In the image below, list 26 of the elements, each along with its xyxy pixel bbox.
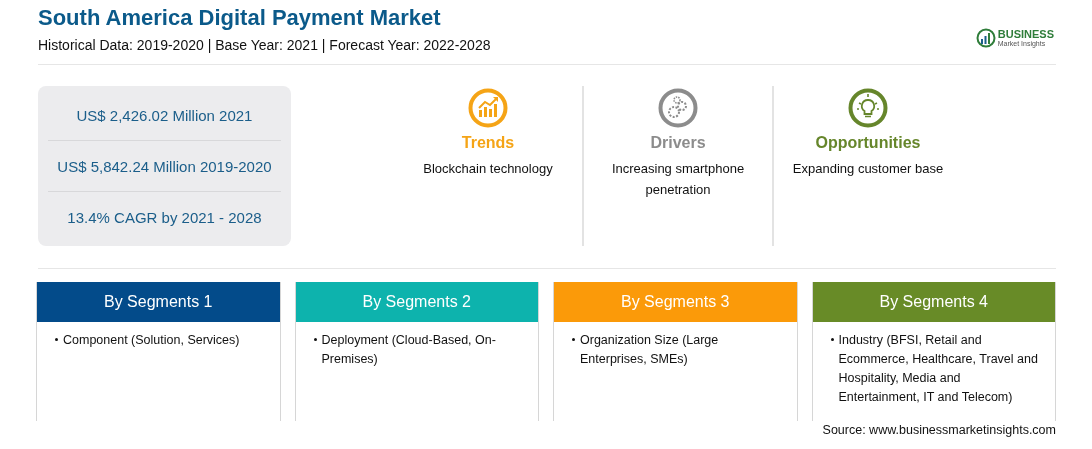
bullet-icon [55,338,58,341]
insight-text: Expanding customer base [791,160,945,178]
insight-text: Increasing smartphone penetration [610,160,746,199]
segment-item: Industry (BFSI, Retail and Ecommerce, Healthcare, Travel and Hospitality, Media and Entertainment, IT and Telecom) [838,332,1039,406]
segment-item: Organization Size (Large Enterprises, SMEs) [580,332,720,368]
bullet-icon [830,338,834,341]
segment-header: By Segments 4 [812,282,1055,322]
insight-heading: Trends [461,134,515,152]
insight-heading: Opportunities [815,134,921,152]
bullet-icon [313,338,317,341]
logo-icon [975,28,996,48]
segment-header: By Segments 3 [554,282,797,322]
insight-heading: Drivers [650,134,706,152]
subtitle: Historical Data: 2019-2020 | Base Year: 2021 | Forecast Year: 2022-2028 [38,36,491,54]
insight-text: Blockchain technology [422,160,554,178]
stat-value: 13.4% CAGR by 2021 - 2028 [66,207,263,228]
segment-item: Deployment (Cloud-Based, On-Premises) [321,332,497,368]
page-title: South America Digital Payment Market [38,4,442,32]
stat-value: US$ 5,842.24 Million 2019-2020 [48,141,281,192]
segment-header: By Segments 1 [37,282,280,322]
logo-name: BUSINESS [997,29,1054,40]
segment-item: Component (Solution, Services) [63,332,240,349]
stat-value: US$ 2,426.02 Million 2021 [48,90,281,141]
bullet-icon [572,338,575,341]
source-note: Source: www.businessmarketinsights.com [822,423,1056,437]
segment-header: By Segments 2 [295,282,538,322]
